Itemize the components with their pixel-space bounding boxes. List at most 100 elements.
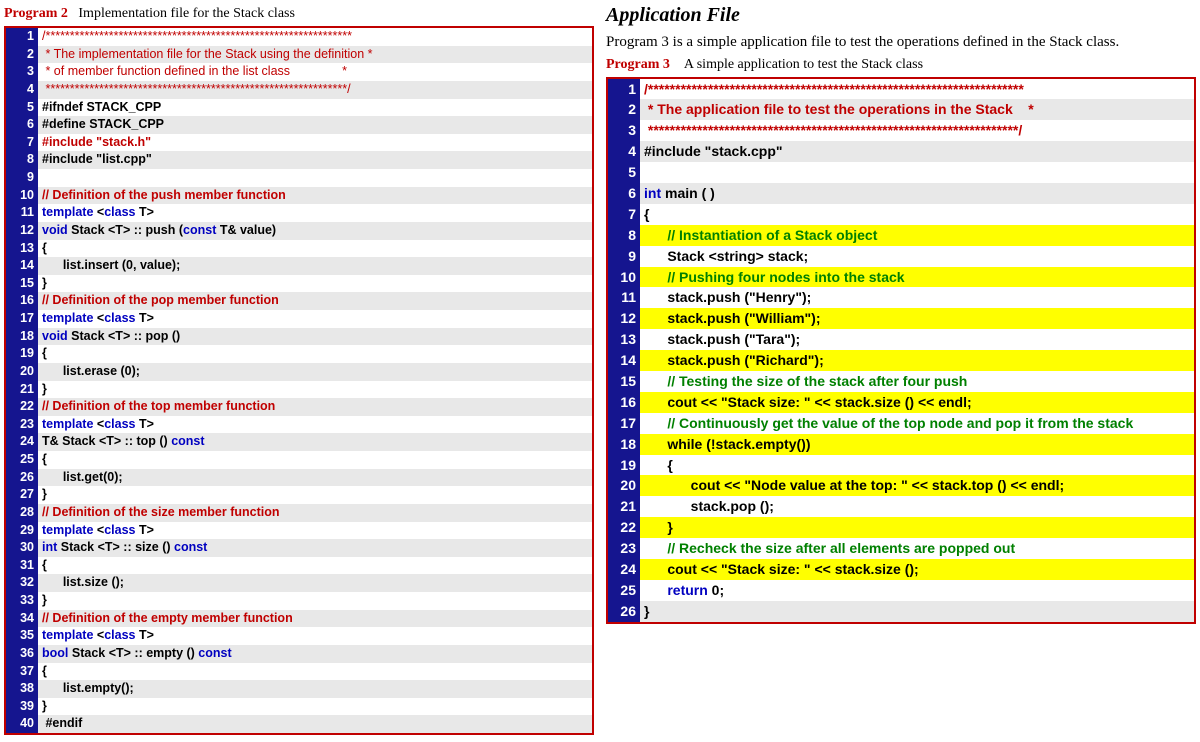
code-text: // Definition of the empty member functi… xyxy=(38,610,592,628)
code-line: 22// Definition of the top member functi… xyxy=(6,398,592,416)
line-number: 2 xyxy=(6,46,38,64)
code-text: template <class T> xyxy=(38,627,592,645)
code-text: Stack <string> stack; xyxy=(640,246,1194,267)
line-number: 31 xyxy=(6,557,38,575)
code-line: 25 return 0; xyxy=(608,580,1194,601)
program2-codebox: 1/**************************************… xyxy=(4,26,594,735)
line-number: 29 xyxy=(6,522,38,540)
code-text: #ifndef STACK_CPP xyxy=(38,99,592,117)
code-text: } xyxy=(640,601,1194,622)
line-number: 18 xyxy=(608,434,640,455)
code-text: { xyxy=(640,204,1194,225)
code-line: 14 list.insert (0, value); xyxy=(6,257,592,275)
code-text: // Definition of the top member function xyxy=(38,398,592,416)
code-line: 5#ifndef STACK_CPP xyxy=(6,99,592,117)
code-line: 31{ xyxy=(6,557,592,575)
code-text: return 0; xyxy=(640,580,1194,601)
code-line: 3 **************************************… xyxy=(608,120,1194,141)
line-number: 20 xyxy=(608,475,640,496)
code-line: 25{ xyxy=(6,451,592,469)
line-number: 26 xyxy=(608,601,640,622)
line-number: 22 xyxy=(6,398,38,416)
code-line: 33} xyxy=(6,592,592,610)
code-text: /***************************************… xyxy=(640,79,1194,100)
code-text xyxy=(38,169,592,187)
code-line: 16// Definition of the pop member functi… xyxy=(6,292,592,310)
code-text: stack.push ("William"); xyxy=(640,308,1194,329)
code-text: * The application file to test the opera… xyxy=(640,99,1194,120)
code-line: 18void Stack <T> :: pop () xyxy=(6,328,592,346)
line-number: 25 xyxy=(608,580,640,601)
code-text: bool Stack <T> :: empty () const xyxy=(38,645,592,663)
code-text: cout << "Node value at the top: " << sta… xyxy=(640,475,1194,496)
code-line: 1/**************************************… xyxy=(608,79,1194,100)
line-number: 5 xyxy=(608,162,640,183)
code-line: 34// Definition of the empty member func… xyxy=(6,610,592,628)
program2-title: Program 2 Implementation file for the St… xyxy=(4,6,594,22)
code-line: 7{ xyxy=(608,204,1194,225)
line-number: 24 xyxy=(6,433,38,451)
line-number: 39 xyxy=(6,698,38,716)
code-text: #include "stack.cpp" xyxy=(640,141,1194,162)
application-file-heading: Application File xyxy=(606,4,1196,27)
code-text: } xyxy=(640,517,1194,538)
line-number: 20 xyxy=(6,363,38,381)
line-number: 9 xyxy=(6,169,38,187)
code-text: stack.push ("Richard"); xyxy=(640,350,1194,371)
code-line: 4 **************************************… xyxy=(6,81,592,99)
line-number: 25 xyxy=(6,451,38,469)
code-line: 39} xyxy=(6,698,592,716)
line-number: 23 xyxy=(6,416,38,434)
line-number: 6 xyxy=(608,183,640,204)
code-line: 28// Definition of the size member funct… xyxy=(6,504,592,522)
program2-label: Program 2 xyxy=(4,6,68,21)
code-text: { xyxy=(38,451,592,469)
line-number: 12 xyxy=(6,222,38,240)
code-text: } xyxy=(38,381,592,399)
code-text: cout << "Stack size: " << stack.size () … xyxy=(640,392,1194,413)
line-number: 16 xyxy=(608,392,640,413)
code-text: template <class T> xyxy=(38,310,592,328)
code-line: 22 } xyxy=(608,517,1194,538)
code-line: 30int Stack <T> :: size () const xyxy=(6,539,592,557)
code-text: /***************************************… xyxy=(38,28,592,46)
line-number: 7 xyxy=(6,134,38,152)
program3-description: Program 3 is a simple application file t… xyxy=(606,33,1196,53)
line-number: 13 xyxy=(6,240,38,258)
code-text: stack.pop (); xyxy=(640,496,1194,517)
code-line: 24 cout << "Stack size: " << stack.size … xyxy=(608,559,1194,580)
line-number: 19 xyxy=(608,455,640,476)
code-line: 36bool Stack <T> :: empty () const xyxy=(6,645,592,663)
code-text: * of member function defined in the list… xyxy=(38,63,592,81)
left-column: Program 2 Implementation file for the St… xyxy=(4,4,594,735)
line-number: 2 xyxy=(608,99,640,120)
code-text: // Definition of the pop member function xyxy=(38,292,592,310)
code-text: list.insert (0, value); xyxy=(38,257,592,275)
code-line: 16 cout << "Stack size: " << stack.size … xyxy=(608,392,1194,413)
code-line: 11template <class T> xyxy=(6,204,592,222)
code-line: 19 { xyxy=(608,455,1194,476)
code-text: { xyxy=(38,240,592,258)
code-line: 24T& Stack <T> :: top () const xyxy=(6,433,592,451)
line-number: 4 xyxy=(608,141,640,162)
line-number: 27 xyxy=(6,486,38,504)
code-line: 26} xyxy=(608,601,1194,622)
code-text: // Testing the size of the stack after f… xyxy=(640,371,1194,392)
code-line: 20 cout << "Node value at the top: " << … xyxy=(608,475,1194,496)
line-number: 15 xyxy=(608,371,640,392)
line-number: 19 xyxy=(6,345,38,363)
code-line: 8#include "list.cpp" xyxy=(6,151,592,169)
code-text: template <class T> xyxy=(38,416,592,434)
code-text: T& Stack <T> :: top () const xyxy=(38,433,592,451)
code-line: 38 list.empty(); xyxy=(6,680,592,698)
line-number: 10 xyxy=(608,267,640,288)
code-line: 35template <class T> xyxy=(6,627,592,645)
line-number: 6 xyxy=(6,116,38,134)
line-number: 12 xyxy=(608,308,640,329)
code-text: while (!stack.empty()) xyxy=(640,434,1194,455)
line-number: 35 xyxy=(6,627,38,645)
code-text xyxy=(640,162,1194,183)
program3-subtitle xyxy=(673,57,684,72)
code-line: 7#include "stack.h" xyxy=(6,134,592,152)
code-line: 10// Definition of the push member funct… xyxy=(6,187,592,205)
